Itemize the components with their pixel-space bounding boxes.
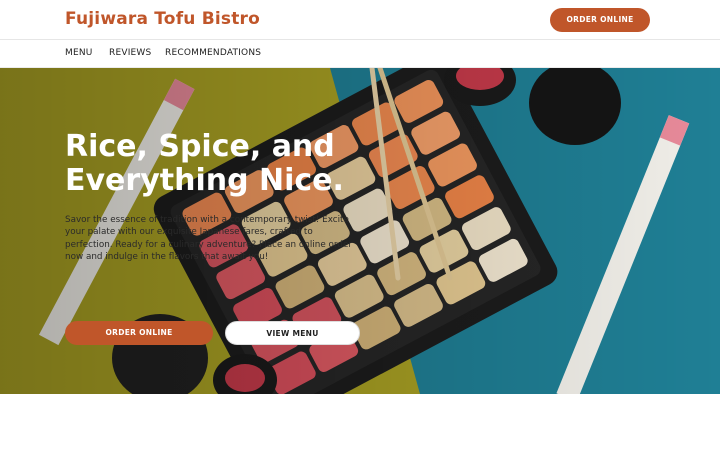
hero-title: Rice, Spice, and Everything Nice. (65, 129, 344, 198)
nav-item-reviews[interactable]: REVIEWS (109, 48, 151, 58)
view-menu-button[interactable]: VIEW MENU (225, 321, 360, 345)
order-online-button[interactable]: ORDER ONLINE (65, 321, 213, 345)
main-nav: MENU REVIEWS RECOMMENDATIONS (0, 40, 720, 68)
site-header: Fujiwara Tofu Bistro ORDER ONLINE (0, 0, 720, 40)
hero-description: Savor the essence of tradition with a co… (65, 215, 352, 262)
nav-item-menu[interactable]: MENU (65, 48, 93, 58)
nav-item-recommendations[interactable]: RECOMMENDATIONS (165, 48, 261, 58)
order-online-header-button[interactable]: ORDER ONLINE (550, 8, 650, 32)
brand-logo[interactable]: Fujiwara Tofu Bistro (65, 9, 260, 29)
hero-section: Rice, Spice, and Everything Nice. Savor … (0, 68, 720, 394)
